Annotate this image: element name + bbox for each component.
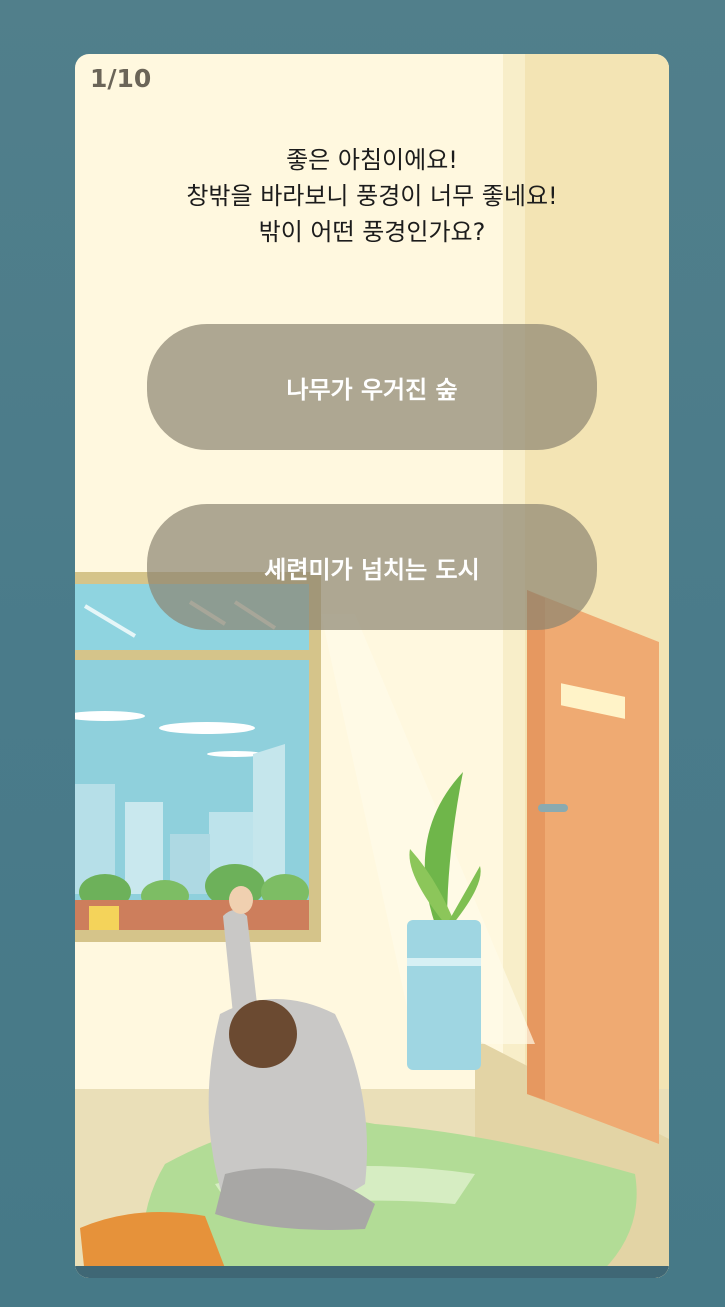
question-text: 좋은 아침이에요! 창밖을 바라보니 풍경이 너무 좋네요! 밖이 어떤 풍경인…	[75, 142, 669, 250]
answer-option-forest[interactable]: 나무가 우거진 숲	[147, 324, 597, 450]
question-line-1: 좋은 아침이에요!	[286, 146, 458, 174]
quiz-card: 1/10 좋은 아침이에요! 창밖을 바라보니 풍경이 너무 좋네요! 밖이 어…	[75, 54, 669, 1278]
question-line-2: 창밖을 바라보니 풍경이 너무 좋네요!	[186, 182, 558, 210]
question-line-3: 밖이 어떤 풍경인가요?	[258, 218, 486, 246]
question-counter: 1/10	[90, 64, 152, 93]
answer-option-city[interactable]: 세련미가 넘치는 도시	[147, 504, 597, 630]
